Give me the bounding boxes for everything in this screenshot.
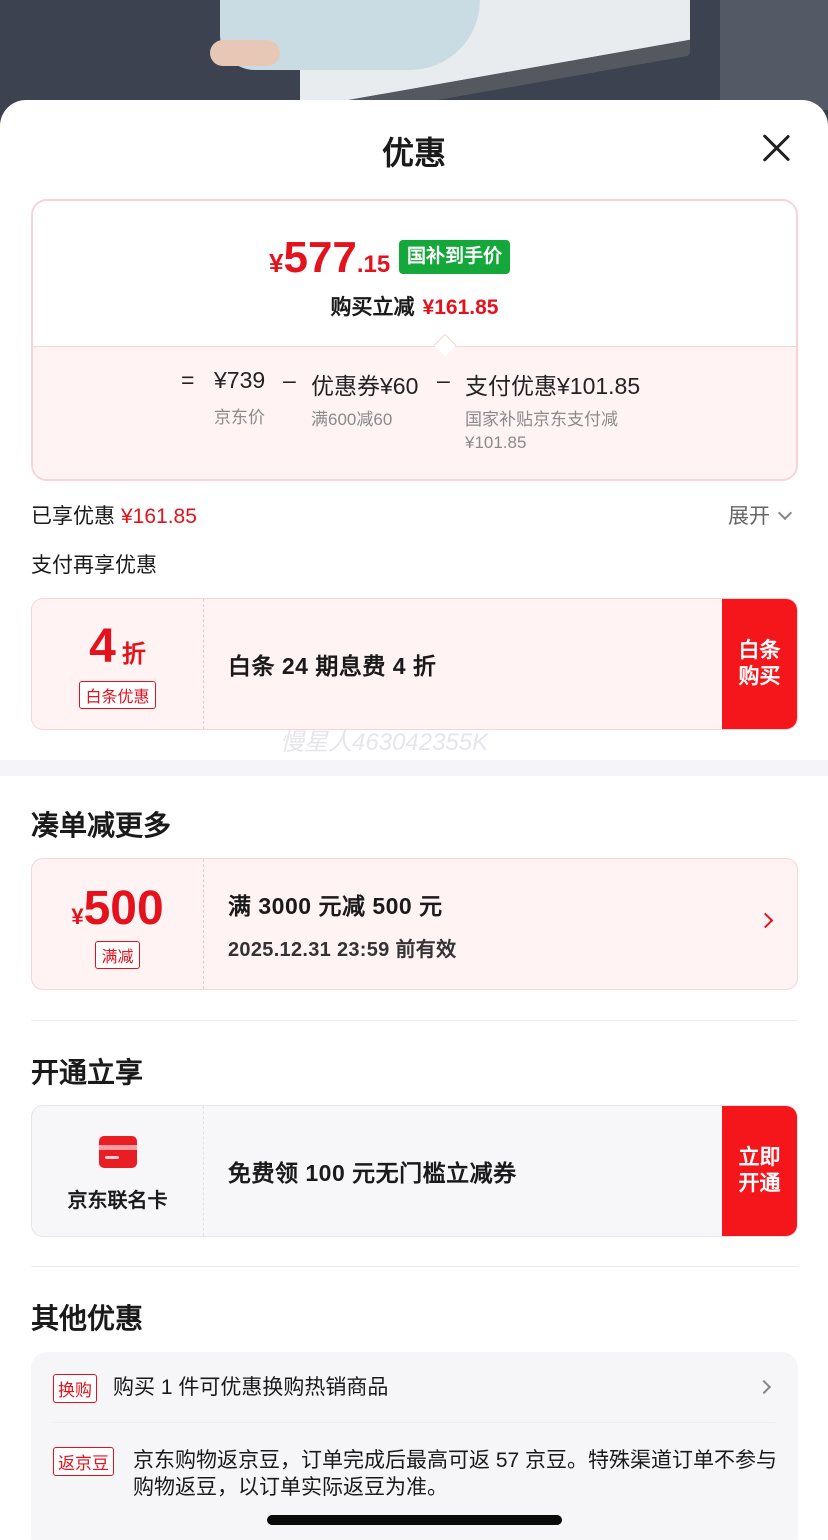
final-price-decimal: .15	[356, 251, 391, 278]
subsidy-price-badge: 国补到手价	[399, 240, 511, 274]
baitiao-discount-number: 4	[89, 620, 116, 673]
chevron-right-icon	[757, 912, 774, 929]
list-item[interactable]: 换购 购买 1 件可优惠换购热销商品	[53, 1374, 775, 1404]
baitiao-tag: 白条优惠	[79, 681, 156, 709]
full-reduction-text: 满 3000 元减 500 元	[228, 892, 443, 919]
sheet-title: 优惠	[381, 135, 446, 171]
expand-button[interactable]: 展开	[728, 500, 793, 530]
enjoyed-discount: 已享优惠 ¥161.85	[31, 500, 197, 530]
product-photo-background	[0, 0, 828, 110]
cobrand-card-offer-text: 免费领 100 元无门槛立减券	[228, 1160, 517, 1186]
price-calculation: = ¥739 京东价 – 优惠券¥60 满600减60 – 支付优惠¥101.8…	[33, 346, 796, 479]
coupon-deduction-desc: 满600减60	[311, 410, 393, 429]
payment-deduction-value: 支付优惠¥101.85	[465, 373, 641, 399]
baitiao-buy-button[interactable]: 白条购买	[722, 599, 797, 729]
expand-label: 展开	[728, 505, 770, 528]
cobrand-card-left: 京东联名卡	[32, 1106, 204, 1236]
divider-line	[53, 1422, 775, 1423]
baitiao-offer-left: 4折 白条优惠	[32, 599, 204, 729]
price-summary: ¥577.15 国补到手价 购买立减 ¥161.85	[33, 201, 796, 346]
coupon-deduction-value: 优惠券¥60	[311, 373, 419, 399]
baitiao-discount-unit: 折	[121, 641, 146, 668]
cobrand-card-body: 免费领 100 元无门槛立减券	[228, 1106, 517, 1236]
divider-line	[31, 1266, 798, 1267]
minus-sign: –	[283, 367, 296, 393]
full-reduction-body: 满 3000 元减 500 元 2025.12.31 23:59 前有效	[228, 859, 456, 989]
instant-reduction-label: 购买立减	[330, 296, 415, 319]
combine-section-title: 凑单减更多	[31, 810, 172, 841]
enjoyed-discount-label: 已享优惠	[31, 505, 115, 528]
open-now-button[interactable]: 立即开通	[722, 1106, 797, 1236]
payment-deduction-amount: ¥101.85	[465, 433, 527, 452]
section-divider	[0, 760, 828, 776]
baitiao-offer-body: 白条 24 期息费 4 折	[228, 599, 436, 729]
discount-bottom-sheet: 优惠 ¥577.15 国补到手价 购买立减 ¥161.85 = ¥739 京东价 …	[0, 100, 828, 1540]
list-item-text: 京东购物返京豆，订单完成后最高可返 57 京豆。特殊渠道订单不参与购物返豆，以订…	[133, 1449, 778, 1499]
jd-cobrand-card-offer[interactable]: 京东联名卡 免费领 100 元无门槛立减券 立即开通	[31, 1105, 798, 1237]
home-indicator	[267, 1515, 562, 1525]
chevron-right-icon	[756, 1379, 772, 1395]
photo-background-stripe	[720, 0, 828, 110]
final-price-currency: ¥	[269, 248, 284, 278]
instant-reduction: 购买立减 ¥161.85	[33, 291, 796, 321]
baitiao-offer-text: 白条 24 期息费 4 折	[228, 653, 437, 679]
list-item-tag: 返京豆	[53, 1447, 114, 1476]
full-reduction-tag: 满减	[95, 941, 140, 969]
full-reduction-amount: ¥500	[32, 881, 203, 936]
enjoyed-discount-value: ¥161.85	[121, 505, 197, 528]
minus-sign: –	[437, 367, 450, 393]
other-offers-list: 换购 购买 1 件可优惠换购热销商品 返京豆 京东购物返京豆，订单完成后最高可返…	[31, 1352, 798, 1540]
chevron-down-icon	[777, 505, 793, 521]
final-price: ¥577.15	[269, 233, 390, 283]
open-section-title: 开通立享	[31, 1057, 144, 1088]
credit-card-icon	[98, 1136, 137, 1168]
full-reduction-currency: ¥	[71, 904, 84, 929]
jd-price-label: 京东价	[214, 408, 265, 427]
list-item-tag: 换购	[53, 1374, 97, 1403]
price-breakdown-card: ¥577.15 国补到手价 购买立减 ¥161.85 = ¥739 京东价 – 优…	[31, 199, 798, 481]
list-item-text: 购买 1 件可优惠换购热销商品	[113, 1376, 389, 1399]
jd-price-value: ¥739	[214, 367, 266, 393]
final-price-integer: 577	[283, 233, 357, 282]
cobrand-card-name: 京东联名卡	[67, 1190, 168, 1212]
full-reduction-number: 500	[83, 882, 164, 935]
full-reduction-left: ¥500 满减	[32, 859, 204, 989]
full-reduction-valid: 2025.12.31 23:59 前有效	[228, 938, 457, 961]
divider-line	[31, 1020, 798, 1021]
baitiao-discount: 4折	[32, 619, 203, 674]
pay-more-title: 支付再享优惠	[31, 554, 157, 577]
list-item[interactable]: 返京豆 京东购物返京豆，订单完成后最高可返 57 京豆。特殊渠道订单不参与购物返…	[53, 1447, 778, 1507]
instant-reduction-value: ¥161.85	[422, 296, 499, 319]
baitiao-offer-card[interactable]: 4折 白条优惠 白条 24 期息费 4 折 白条购买	[31, 598, 798, 730]
others-section-title: 其他优惠	[31, 1303, 144, 1334]
photo-person-foot	[210, 40, 280, 66]
full-reduction-coupon[interactable]: ¥500 满减 满 3000 元减 500 元 2025.12.31 23:59…	[31, 858, 798, 990]
close-icon[interactable]	[758, 130, 794, 166]
watermark-text: 慢星人463042355K	[280, 729, 489, 756]
equals-sign: =	[181, 367, 195, 393]
payment-deduction-desc: 国家补贴京东支付减	[465, 410, 618, 429]
